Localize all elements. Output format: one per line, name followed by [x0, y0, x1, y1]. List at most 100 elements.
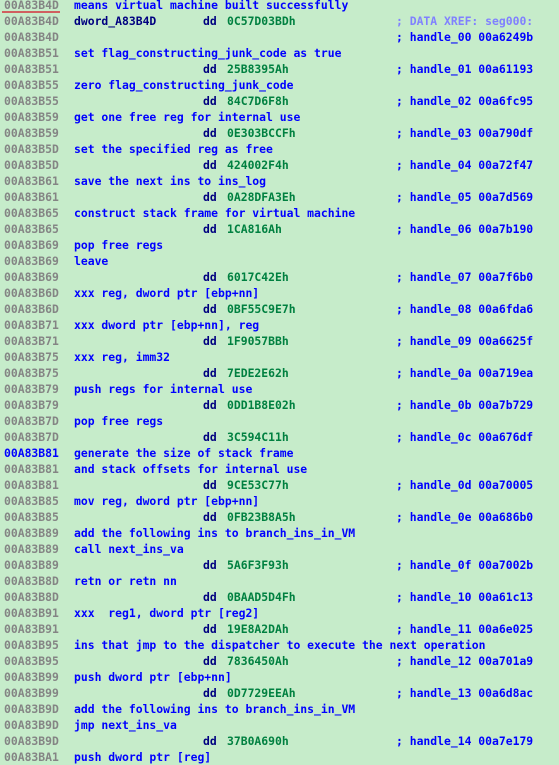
line-address[interactable]: 00A83B9D — [4, 701, 59, 717]
dword-value[interactable]: 6017C42Eh — [227, 269, 289, 285]
comment-line[interactable]: 00A83B9D add the following ins to branch_… — [0, 701, 559, 717]
line-address[interactable]: 00A83B4D — [4, 29, 59, 45]
line-address[interactable]: 00A83B65 — [4, 221, 59, 237]
line-address[interactable]: 00A83B7D — [4, 413, 59, 429]
line-address[interactable]: 00A83B81 — [4, 477, 59, 493]
line-address[interactable]: 00A83B99 — [4, 685, 59, 701]
dword-value[interactable]: 0DD1B8E02h — [227, 397, 296, 413]
data-line[interactable]: 00A83B6D dd 0BF55C9E7h ; handle_08 00a6fda6 — [0, 301, 559, 317]
comment-line[interactable]: 00A83B95 ins that jmp to the dispatcher t… — [0, 637, 559, 653]
comment-line[interactable]: 00A83B81 and stack offsets for internal u… — [0, 461, 559, 477]
line-address[interactable]: 00A83B81 — [4, 461, 59, 477]
data-line[interactable]: 00A83B95 dd 7836450Ah ; handle_12 00a701a9 — [0, 653, 559, 669]
line-address[interactable]: 00A83B59 — [4, 125, 59, 141]
line-address[interactable]: 00A83B95 — [4, 637, 59, 653]
line-address[interactable]: 00A83B75 — [4, 349, 59, 365]
line-address[interactable]: 00A83B89 — [4, 541, 59, 557]
dword-value[interactable]: 0D7729EEAh — [227, 685, 296, 701]
dword-value[interactable]: 0C57D03BDh — [227, 13, 296, 29]
comment-line[interactable]: 00A83B99 push dword ptr [ebp+nn] — [0, 669, 559, 685]
comment-line[interactable]: 00A83B61 save the next ins to ins_log — [0, 173, 559, 189]
comment-line[interactable]: 00A83B6D xxx reg, dword ptr [ebp+nn] — [0, 285, 559, 301]
line-address[interactable]: 00A83B51 — [4, 61, 59, 77]
line-address[interactable]: 00A83B79 — [4, 397, 59, 413]
line-address[interactable]: 00A83B55 — [4, 93, 59, 109]
data-line[interactable]: 00A83B4D dword_A83B4D dd 0C57D03BDh ; DATA X… — [0, 13, 559, 29]
data-line[interactable]: 00A83B55 dd 84C7D6F8h ; handle_02 00a6fc95 — [0, 93, 559, 109]
line-address[interactable]: 00A83B9D — [4, 733, 59, 749]
line-address[interactable]: 00A83B7D — [4, 429, 59, 445]
data-line[interactable]: 00A83B85 dd 0FB23B8A5h ; handle_0e 00a686b0 — [0, 509, 559, 525]
comment-line[interactable]: 00A83B81 generate the size of stack frame — [0, 445, 559, 461]
comment-line[interactable]: 00A83B65 construct stack frame for virtua… — [0, 205, 559, 221]
line-address[interactable]: 00A83B8D — [4, 589, 59, 605]
dword-value[interactable]: 0BAAD5D4Fh — [227, 589, 296, 605]
dword-value[interactable]: 19E8A2DAh — [227, 621, 289, 637]
data-line[interactable]: 00A83B69 dd 6017C42Eh ; handle_07 00a7f6b0 — [0, 269, 559, 285]
dword-value[interactable]: 3C594C11h — [227, 429, 289, 445]
line-address[interactable]: 00A83B8D — [4, 573, 59, 589]
line-address[interactable]: 00A83B51 — [4, 45, 59, 61]
line-address[interactable]: 00A83B4D — [2, 0, 60, 13]
comment-line[interactable]: 00A83BA1 push dword ptr [reg] — [0, 749, 559, 765]
line-address[interactable]: 00A83B9D — [4, 717, 59, 733]
comment-line[interactable]: 00A83B69 pop free regs — [0, 237, 559, 253]
comment-line[interactable]: 00A83B8D retn or retn nn — [0, 573, 559, 589]
data-line[interactable]: 00A83B91 dd 19E8A2DAh ; handle_11 00a6e025 — [0, 621, 559, 637]
dword-value[interactable]: 37B0A690h — [227, 733, 289, 749]
comment-line[interactable]: 00A83B89 add the following ins to branch_… — [0, 525, 559, 541]
data-line[interactable]: 00A83B9D dd 37B0A690h ; handle_14 00a7e179 — [0, 733, 559, 749]
line-address[interactable]: 00A83B71 — [4, 333, 59, 349]
dword-value[interactable]: 9CE53C77h — [227, 477, 289, 493]
data-label[interactable]: dword_A83B4D — [74, 13, 156, 29]
dword-value[interactable]: 1F9057BBh — [227, 333, 289, 349]
line-address[interactable]: 00A83B59 — [4, 109, 59, 125]
dword-value[interactable]: 1CA816Ah — [227, 221, 282, 237]
line-address[interactable]: 00A83B91 — [4, 621, 59, 637]
line-address[interactable]: 00A83B6D — [4, 285, 59, 301]
data-line[interactable]: 00A83B81 dd 9CE53C77h ; handle_0d 00a70005 — [0, 477, 559, 493]
line-address[interactable]: 00A83B85 — [4, 509, 59, 525]
comment-line[interactable]: 00A83B51 set flag_constructing_junk_code … — [0, 45, 559, 61]
data-line[interactable]: 00A83B61 dd 0A28DFA3Eh ; handle_05 00a7d569 — [0, 189, 559, 205]
data-line[interactable]: 00A83B59 dd 0E303BCCFh ; handle_03 00a790df — [0, 125, 559, 141]
line-address[interactable]: 00A83B69 — [4, 269, 59, 285]
line-address[interactable]: 00A83B65 — [4, 205, 59, 221]
line-address[interactable]: 00A83B5D — [4, 141, 59, 157]
data-line[interactable]: 00A83B5D dd 424002F4h ; handle_04 00a72f47 — [0, 157, 559, 173]
line-address[interactable]: 00A83B99 — [4, 669, 59, 685]
line-address[interactable]: 00A83B69 — [4, 237, 59, 253]
data-line[interactable]: 00A83B51 dd 25B8395Ah ; handle_01 00a61193 — [0, 61, 559, 77]
line-address[interactable]: 00A83B91 — [4, 605, 59, 621]
data-line[interactable]: 00A83B99 dd 0D7729EEAh ; handle_13 00a6d8ac — [0, 685, 559, 701]
dword-value[interactable]: 0A28DFA3Eh — [227, 189, 296, 205]
data-line[interactable]: 00A83B79 dd 0DD1B8E02h ; handle_0b 00a7b729 — [0, 397, 559, 413]
line-address[interactable]: 00A83B55 — [4, 77, 59, 93]
dword-value[interactable]: 25B8395Ah — [227, 61, 289, 77]
dword-value[interactable]: 0E303BCCFh — [227, 125, 296, 141]
comment-line[interactable]: 00A83B89 call next_ins_va — [0, 541, 559, 557]
dword-value[interactable]: 5A6F3F93h — [227, 557, 289, 573]
xref-comment[interactable]: ; DATA XREF: seg000: — [396, 13, 533, 29]
dword-value[interactable]: 7EDE2E62h — [227, 365, 289, 381]
line-address[interactable]: 00A83B61 — [4, 189, 59, 205]
dword-value[interactable]: 424002F4h — [227, 157, 289, 173]
comment-line[interactable]: 00A83B9D jmp next_ins_va — [0, 717, 559, 733]
dword-value[interactable]: 0BF55C9E7h — [227, 301, 296, 317]
line-address[interactable]: 00A83B79 — [4, 381, 59, 397]
dword-value[interactable]: 7836450Ah — [227, 653, 289, 669]
dword-value[interactable]: 0FB23B8A5h — [227, 509, 296, 525]
line-address[interactable]: 00A83B5D — [4, 157, 59, 173]
comment-line[interactable]: 00A83B75 xxx reg, imm32 — [0, 349, 559, 365]
line-address[interactable]: 00A83B4D — [4, 13, 59, 29]
line-address[interactable]: 00A83B69 — [4, 253, 59, 269]
data-line[interactable]: 00A83B7D dd 3C594C11h ; handle_0c 00a676df — [0, 429, 559, 445]
data-line[interactable]: 00A83B65 dd 1CA816Ah ; handle_06 00a7b190 — [0, 221, 559, 237]
line-address[interactable]: 00A83B71 — [4, 317, 59, 333]
line-address[interactable]: 00A83B89 — [4, 525, 59, 541]
data-line[interactable]: 00A83B4D ; handle_00 00a6249b — [0, 29, 559, 45]
line-address[interactable]: 00A83B61 — [4, 173, 59, 189]
comment-line[interactable]: 00A83B7D pop free regs — [0, 413, 559, 429]
comment-line[interactable]: 00A83B91 xxx reg1, dword ptr [reg2] — [0, 605, 559, 621]
comment-line[interactable]: 00A83B79 push regs for internal use — [0, 381, 559, 397]
